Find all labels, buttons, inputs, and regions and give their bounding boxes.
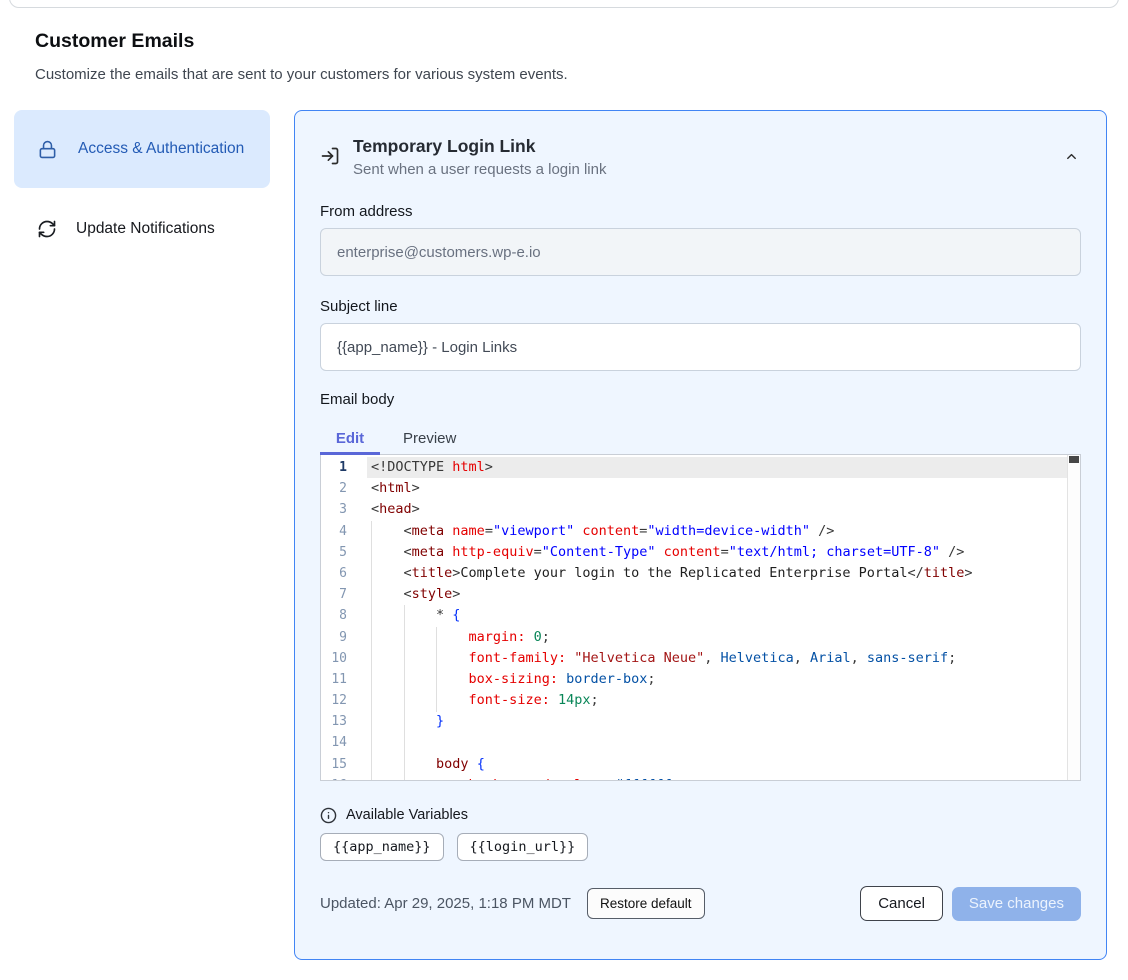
previous-card-edge: [9, 0, 1119, 8]
editor-scrollbar[interactable]: [1067, 455, 1080, 780]
sidebar-item-label: Update Notifications: [76, 220, 215, 238]
updated-timestamp: Updated: Apr 29, 2025, 1:18 PM MDT: [320, 895, 571, 912]
code-line: 13 }: [321, 711, 1080, 732]
code-line: 3<head>: [321, 499, 1080, 520]
refresh-icon: [37, 219, 57, 239]
code-line: 1<!DOCTYPE html>: [321, 457, 1080, 478]
email-body-label: Email body: [320, 391, 1081, 408]
save-changes-button[interactable]: Save changes: [952, 887, 1081, 921]
info-icon: [320, 807, 337, 824]
from-address-label: From address: [320, 203, 1081, 220]
code-line: 6 <title>Complete your login to the Repl…: [321, 563, 1080, 584]
code-line: 4 <meta name="viewport" content="width=d…: [321, 521, 1080, 542]
line-number: 9: [321, 627, 353, 648]
line-number: 7: [321, 584, 353, 605]
tab-preview[interactable]: Preview: [403, 418, 456, 454]
line-number: 8: [321, 605, 353, 626]
code-line: 5 <meta http-equiv="Content-Type" conten…: [321, 542, 1080, 563]
code-line: 15 body {: [321, 754, 1080, 775]
line-number: 5: [321, 542, 353, 563]
from-address-input: [320, 228, 1081, 276]
line-number: 16: [321, 775, 353, 781]
code-line: 12 font-size: 14px;: [321, 690, 1080, 711]
line-number: 11: [321, 669, 353, 690]
login-icon: [320, 146, 340, 166]
cancel-button[interactable]: Cancel: [860, 886, 943, 921]
sidebar-item-access-authentication[interactable]: Access & Authentication: [14, 110, 270, 188]
code-line: 10 font-family: "Helvetica Neue", Helvet…: [321, 648, 1080, 669]
line-number: 15: [321, 754, 353, 775]
line-number: 13: [321, 711, 353, 732]
code-line: 16 background-color: #ffffff;: [321, 775, 1080, 781]
code-lines: 1<!DOCTYPE html>2<html>3<head>4 <meta na…: [321, 455, 1080, 781]
variable-chip[interactable]: {{login_url}}: [457, 833, 589, 861]
page-description: Customize the emails that are sent to yo…: [35, 66, 568, 83]
code-line: 14: [321, 732, 1080, 753]
line-number: 1: [321, 457, 353, 478]
line-number: 10: [321, 648, 353, 669]
line-number: 2: [321, 478, 353, 499]
panel-header-text: Temporary Login Link Sent when a user re…: [353, 135, 606, 178]
settings-sidebar: Access & Authentication Update Notificat…: [14, 110, 270, 253]
variable-chip[interactable]: {{app_name}}: [320, 833, 444, 861]
code-line: 7 <style>: [321, 584, 1080, 605]
line-number: 6: [321, 563, 353, 584]
variable-chips: {{app_name}} {{login_url}}: [320, 833, 1081, 861]
panel-footer: Updated: Apr 29, 2025, 1:18 PM MDT Resto…: [320, 886, 1081, 921]
subject-line-input[interactable]: [320, 323, 1081, 371]
subject-line-label: Subject line: [320, 298, 1081, 315]
line-number: 12: [321, 690, 353, 711]
lock-icon: [38, 140, 57, 159]
chevron-up-icon: [1064, 149, 1079, 164]
available-variables-row: Available Variables: [320, 805, 1081, 825]
panel-title: Temporary Login Link: [353, 135, 606, 158]
line-number: 4: [321, 521, 353, 542]
email-body-code-editor[interactable]: 1<!DOCTYPE html>2<html>3<head>4 <meta na…: [320, 455, 1081, 781]
code-line: 9 margin: 0;: [321, 627, 1080, 648]
email-body-tabs: Edit Preview: [320, 418, 1081, 455]
available-variables-label: Available Variables: [346, 807, 468, 823]
email-settings-panel: Temporary Login Link Sent when a user re…: [294, 110, 1107, 960]
code-line: 2<html>: [321, 478, 1080, 499]
sidebar-item-update-notifications[interactable]: Update Notifications: [14, 205, 270, 253]
code-line: 11 box-sizing: border-box;: [321, 669, 1080, 690]
code-line: 8 * {: [321, 605, 1080, 626]
page-title: Customer Emails: [35, 30, 194, 53]
line-number: 3: [321, 499, 353, 520]
tab-edit[interactable]: Edit: [320, 418, 380, 454]
panel-subtitle: Sent when a user requests a login link: [353, 161, 606, 178]
line-number: 14: [321, 732, 353, 753]
restore-default-button[interactable]: Restore default: [587, 888, 705, 919]
sidebar-item-label: Access & Authentication: [78, 137, 248, 162]
editor-scrollbar-thumb[interactable]: [1069, 456, 1079, 463]
collapse-panel-button[interactable]: [1064, 149, 1079, 164]
panel-header: Temporary Login Link Sent when a user re…: [320, 135, 1081, 183]
